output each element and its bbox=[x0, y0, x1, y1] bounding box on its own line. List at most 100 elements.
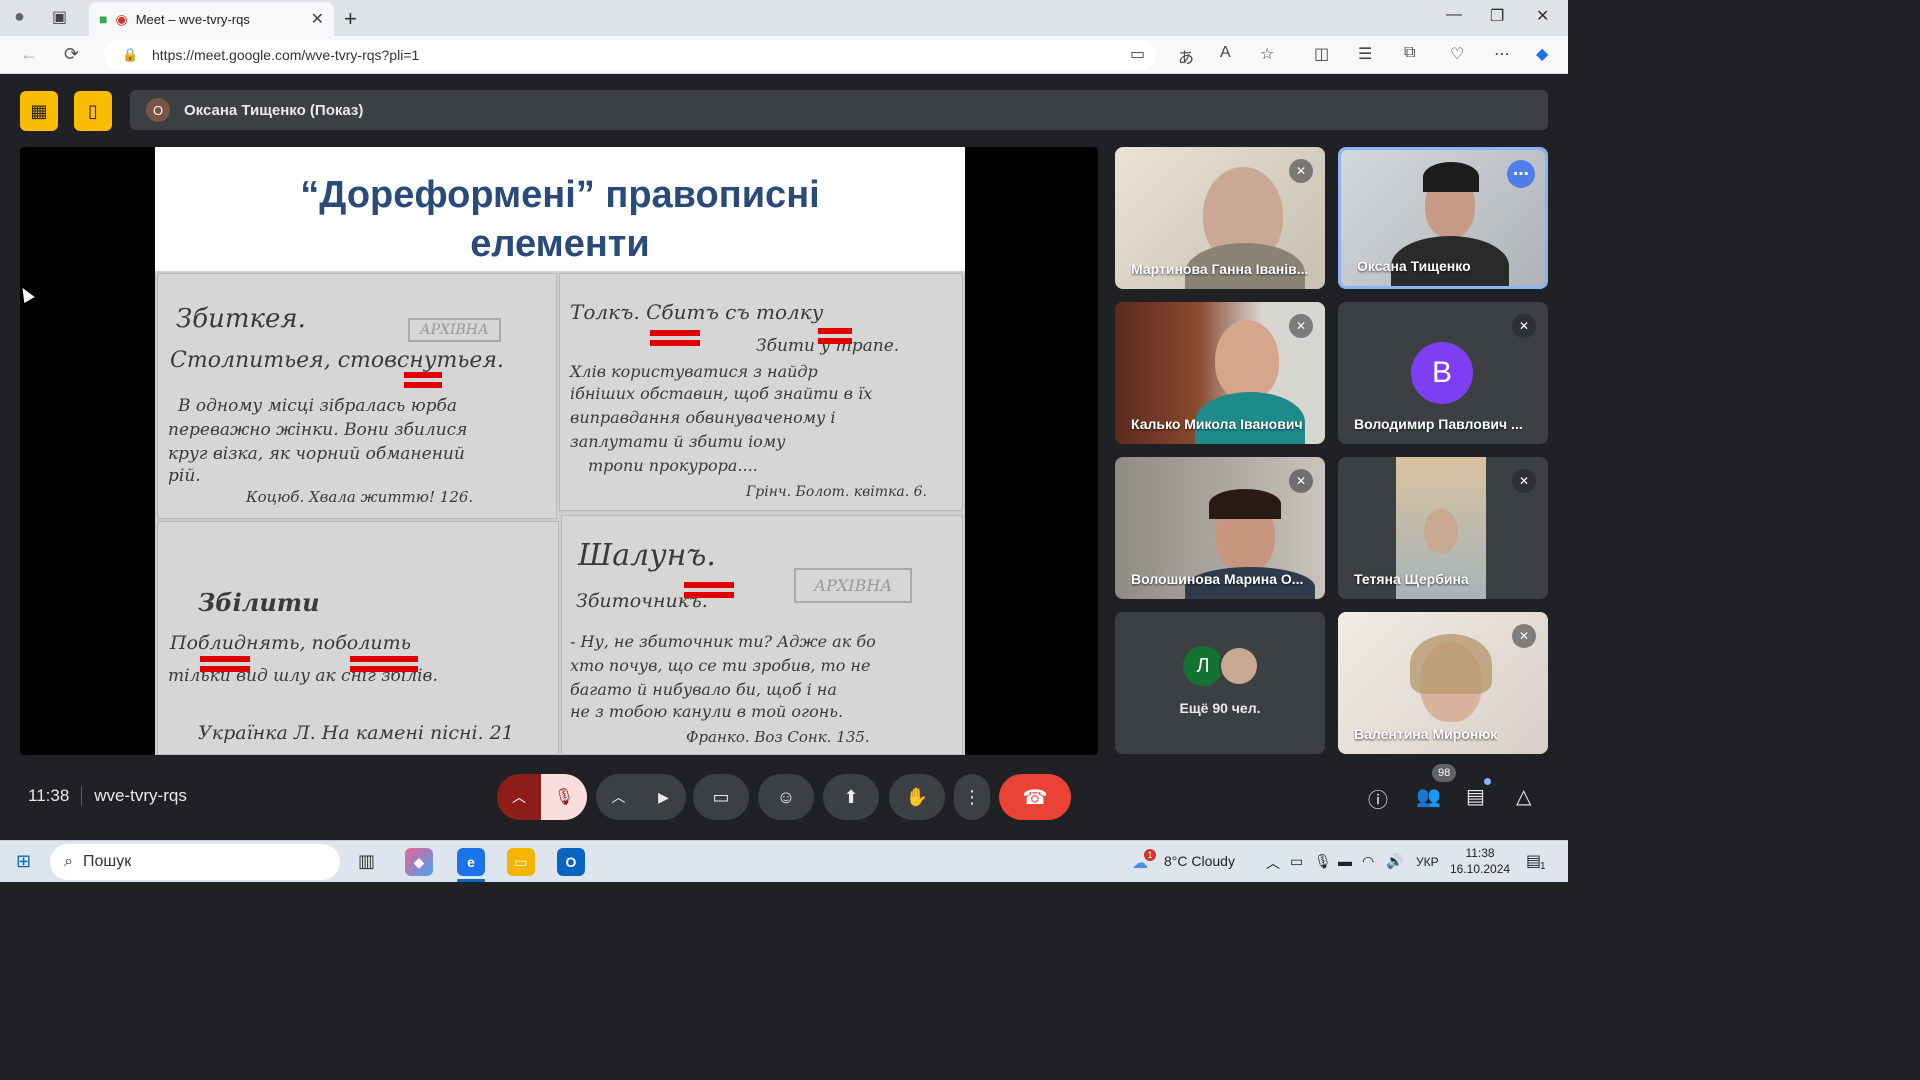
participant-name: Волошинова Марина О... bbox=[1131, 571, 1304, 587]
captions-button[interactable]: ▭ bbox=[693, 774, 749, 820]
scan-bottom-left: Збілити Поблиднять, поболить тільки вид … bbox=[157, 521, 559, 755]
scan-text: ібніших обставин, щоб знайти в їх bbox=[570, 384, 873, 403]
close-window-button[interactable]: ✕ bbox=[1536, 6, 1549, 26]
meet-favicon-icon: ■ bbox=[99, 11, 108, 27]
presenter-label: Оксана Тищенко (Показ) bbox=[184, 101, 364, 119]
participant-tile[interactable]: ✕ Валентина Миронюк bbox=[1338, 612, 1548, 754]
presenter-avatar: О bbox=[146, 98, 170, 122]
mic-off-icon: ✕ bbox=[1289, 159, 1313, 183]
favorite-star-icon[interactable]: ☆ bbox=[1260, 44, 1274, 64]
more-menu-icon[interactable]: ⋯ bbox=[1494, 44, 1510, 64]
mic-off-button[interactable]: 🎙 bbox=[541, 774, 587, 820]
mic-tray-icon[interactable]: 🎙 bbox=[1314, 853, 1332, 870]
participant-name: Тетяна Щербина bbox=[1354, 571, 1469, 587]
edge-app-icon[interactable]: e bbox=[457, 848, 485, 876]
scan-text: Поблиднять, поболить bbox=[170, 632, 411, 654]
participant-tile[interactable]: В ✕ Володимир Павлович ... bbox=[1338, 302, 1548, 444]
language-indicator[interactable]: УКР bbox=[1416, 855, 1439, 869]
scan-text: не з тобою канули в той огонь. bbox=[570, 702, 844, 721]
scan-text: Шалунъ. bbox=[578, 538, 716, 573]
participant-tile[interactable]: ✕ Мартинова Ганна Іванів... bbox=[1115, 147, 1325, 289]
audio-settings-chevron-icon[interactable]: ︿ bbox=[497, 774, 541, 820]
wifi-icon[interactable]: ◠ bbox=[1362, 853, 1374, 870]
split-screen-icon[interactable]: ◫ bbox=[1314, 44, 1329, 64]
taskbar-search[interactable]: ⌕ Пошук bbox=[50, 844, 340, 880]
camera-in-use-icon[interactable]: ▭ bbox=[1130, 44, 1145, 64]
notifications-icon[interactable]: ▤ bbox=[1526, 851, 1541, 871]
present-screen-button[interactable]: ⬆ bbox=[823, 774, 879, 820]
profile-icon[interactable]: ● bbox=[14, 6, 25, 27]
start-windows-icon[interactable]: ⊞ bbox=[16, 851, 31, 872]
more-options-button[interactable]: ⋮ bbox=[954, 774, 990, 820]
collections-icon[interactable]: ⧉ bbox=[1404, 44, 1415, 62]
red-highlight bbox=[684, 582, 734, 598]
read-aloud-icon[interactable]: A bbox=[1220, 44, 1231, 62]
hand-icon: ✋ bbox=[905, 786, 929, 807]
lock-icon[interactable]: 🔒 bbox=[122, 40, 138, 70]
minimize-button[interactable]: — bbox=[1446, 6, 1462, 24]
reactions-button[interactable]: ☺ bbox=[758, 774, 814, 820]
maximize-button[interactable]: ❐ bbox=[1490, 6, 1504, 26]
file-explorer-icon[interactable]: ▭ bbox=[507, 848, 535, 876]
tab-meet[interactable]: ■ ◉ Meet – wve-tvry-rqs ✕ bbox=[89, 2, 334, 36]
meeting-time: 11:38 bbox=[28, 786, 70, 805]
mic-off-icon: ✕ bbox=[1289, 469, 1313, 493]
scan-text: виправдання обвинуваченому і bbox=[570, 408, 836, 427]
close-tab-icon[interactable]: ✕ bbox=[311, 9, 324, 29]
favorites-icon[interactable]: ☰ bbox=[1358, 44, 1372, 64]
scan-text: тропи прокурора.... bbox=[588, 456, 758, 475]
raise-hand-button[interactable]: ✋ bbox=[889, 774, 945, 820]
camera-button[interactable]: ▶ bbox=[641, 774, 686, 820]
chat-button[interactable]: ▤ bbox=[1466, 784, 1485, 809]
participant-tile-active[interactable]: ⋯ Оксана Тищенко bbox=[1338, 147, 1548, 289]
scan-top-left: Збиткея. АРХІВНА Столпитьея, стовснутьея… bbox=[157, 273, 557, 519]
battery-icon[interactable]: ▬ bbox=[1338, 853, 1352, 869]
more-participants-tile[interactable]: Л Ещё 90 чел. bbox=[1115, 612, 1325, 754]
url-text: https://meet.google.com/wve-tvry-rqs?pli… bbox=[152, 47, 420, 63]
tray-chevron-icon[interactable]: ︿ bbox=[1266, 853, 1280, 873]
scan-text: заплутати й збити іому bbox=[570, 432, 786, 451]
copilot-app-icon[interactable]: ◆ bbox=[405, 848, 433, 876]
participant-tile[interactable]: ✕ Волошинова Марина О... bbox=[1115, 457, 1325, 599]
outlook-app-icon[interactable]: O bbox=[557, 848, 585, 876]
tab-actions-icon[interactable]: ▣ bbox=[52, 7, 67, 27]
browser-essentials-icon[interactable]: ♡ bbox=[1450, 44, 1464, 64]
participant-avatar: Л bbox=[1183, 646, 1223, 686]
task-view-icon[interactable]: ▥ bbox=[358, 851, 375, 872]
url-field[interactable]: 🔒 https://meet.google.com/wve-tvry-rqs?p… bbox=[104, 40, 1156, 70]
captions-icon: ▭ bbox=[712, 786, 730, 807]
translate-icon[interactable]: あ bbox=[1178, 44, 1194, 68]
meeting-details-button[interactable]: ⓘ bbox=[1368, 784, 1388, 813]
participant-name: Оксана Тищенко bbox=[1357, 258, 1471, 274]
reload-button[interactable]: ⟳ bbox=[64, 44, 79, 65]
copilot-icon[interactable]: ◆ bbox=[1536, 44, 1548, 64]
presentation-layout-button[interactable]: ▯ bbox=[74, 91, 112, 131]
mouse-cursor-icon bbox=[20, 284, 35, 304]
activities-button[interactable]: △ bbox=[1516, 784, 1531, 809]
stop-presenting-button[interactable]: ▦ bbox=[20, 91, 58, 131]
participant-tile[interactable]: ✕ Тетяна Щербина bbox=[1338, 457, 1548, 599]
notifications-count: 1 bbox=[1540, 861, 1546, 872]
video-settings-chevron-icon[interactable]: ︿ bbox=[596, 774, 641, 820]
more-options-icon[interactable]: ⋯ bbox=[1507, 160, 1535, 188]
people-button[interactable]: 👥 bbox=[1416, 784, 1441, 809]
mic-off-icon: ✕ bbox=[1512, 469, 1536, 493]
participant-tile[interactable]: ✕ Калько Микола Іванович bbox=[1115, 302, 1325, 444]
volume-icon[interactable]: 🔊 bbox=[1386, 853, 1403, 870]
weather-alert-badge: 1 bbox=[1144, 849, 1156, 861]
browser-tab-bar: ● ▣ ■ ◉ Meet – wve-tvry-rqs ✕ + — ❐ ✕ bbox=[0, 0, 1568, 36]
presentation-stage[interactable]: “Дореформені” правописні елементи Збитке… bbox=[20, 147, 1098, 755]
leave-call-button[interactable]: ☎ bbox=[999, 774, 1071, 820]
participant-face bbox=[1424, 509, 1458, 553]
camera-tray-icon[interactable]: ▭ bbox=[1290, 853, 1303, 870]
participant-face bbox=[1215, 320, 1279, 400]
system-clock[interactable]: 11:38 16.10.2024 bbox=[1450, 845, 1510, 877]
back-button[interactable]: ← bbox=[20, 44, 38, 65]
participant-name: Валентина Миронюк bbox=[1354, 726, 1498, 742]
layout-icon: ▯ bbox=[88, 100, 98, 121]
archive-stamp: АРХІВНА bbox=[408, 318, 501, 342]
weather-text[interactable]: 8°C Cloudy bbox=[1164, 853, 1235, 869]
presenter-bar: О Оксана Тищенко (Показ) bbox=[130, 90, 1548, 130]
participant-name: Мартинова Ганна Іванів... bbox=[1131, 261, 1309, 277]
new-tab-button[interactable]: + bbox=[344, 6, 357, 32]
